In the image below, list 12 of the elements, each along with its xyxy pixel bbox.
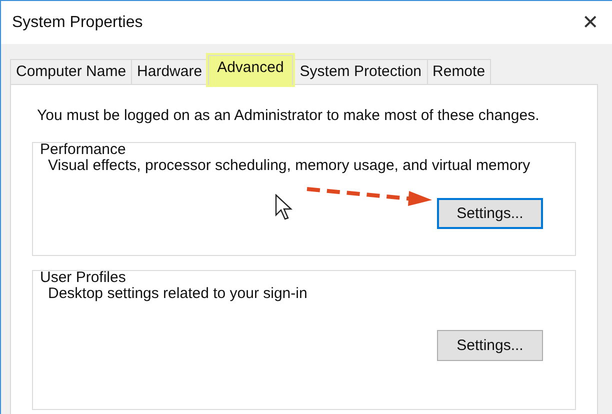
settings-button[interactable]: Settings... [437,330,543,361]
window-title: System Properties [12,14,143,32]
admin-notice: You must be logged on as an Administrator to make most of these changes. [37,107,540,125]
tab[interactable]: System Protection [294,59,428,84]
group-description: Visual effects, processor scheduling, memory usage, and virtual memory [48,157,530,175]
tab[interactable]: Remote [426,59,492,84]
pointer-icon [275,194,295,222]
close-icon[interactable]: ✕ [582,12,599,32]
settings-button[interactable]: Settings... [437,198,543,229]
group-description: Desktop settings related to your sign-in [48,285,308,303]
tab[interactable]: Computer Name [10,59,132,84]
tab[interactable]: Advanced [208,55,293,85]
